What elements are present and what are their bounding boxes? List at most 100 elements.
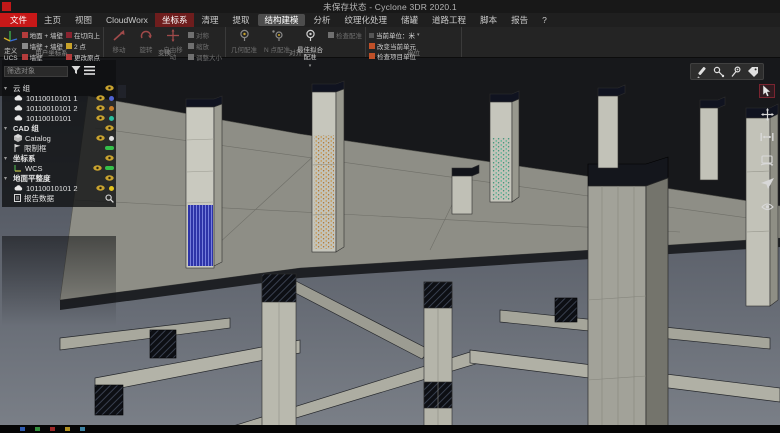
pin-points-icon: [271, 29, 284, 47]
taskbar-icon[interactable]: [80, 427, 85, 431]
chevron-down-icon: ▾: [417, 32, 420, 38]
tree-expander-icon[interactable]: ▾: [4, 155, 10, 162]
windows-taskbar[interactable]: [0, 425, 780, 433]
tree-item-catalog[interactable]: Catalog: [4, 133, 114, 143]
color-swatch[interactable]: [109, 186, 114, 191]
tab-civil[interactable]: 道路工程: [425, 13, 473, 27]
tree-group-coordinate-systems[interactable]: ▾ 坐标系: [4, 153, 114, 163]
group-units: 当前单位：米▾ 改变当前单元 检查项目单位 单位: [366, 27, 462, 57]
current-units-label: 当前单位：米▾: [369, 28, 458, 40]
free-move-button[interactable]: 自由移动: [161, 28, 185, 49]
eye-icon[interactable]: [93, 165, 102, 171]
tree-item-wcs[interactable]: WCS: [4, 163, 114, 173]
taskbar-icon[interactable]: [65, 427, 70, 431]
check-registration-button[interactable]: 检查配准: [328, 30, 362, 40]
tab-view[interactable]: 视图: [68, 13, 99, 27]
orbit-icon[interactable]: [759, 153, 775, 167]
tab-analysis[interactable]: 分析: [307, 13, 338, 27]
tree-item-cloud-3[interactable]: 10110010101: [4, 113, 114, 123]
eye-icon[interactable]: [96, 105, 105, 111]
geometric-registration-button[interactable]: 几何配准: [229, 28, 259, 49]
ucs-floor-wall-button[interactable]: 地面 + 墙壁: [22, 30, 63, 40]
eye-icon[interactable]: [96, 95, 105, 101]
group-transform: 移动 旋转 自由移动 对称 缩放 调整大小 变换: [104, 27, 226, 57]
tree-group-cad[interactable]: ▾ CAD 组: [4, 123, 114, 133]
eye-icon[interactable]: [96, 115, 105, 121]
tab-help[interactable]: ?: [535, 13, 554, 27]
tab-coordinate-system[interactable]: 坐标系: [155, 13, 195, 27]
tree-group-floor-flatness[interactable]: ▾ 地面平整度: [4, 173, 114, 183]
eye-icon[interactable]: [105, 155, 114, 161]
tab-tank[interactable]: 储罐: [394, 13, 425, 27]
mirror-icon: [188, 32, 194, 38]
visibility-toggle[interactable]: [105, 166, 114, 171]
tangent-icon: [66, 32, 72, 38]
fly-icon[interactable]: [759, 176, 775, 190]
tab-cloudworx[interactable]: CloudWorx: [99, 13, 155, 27]
select-cursor-icon[interactable]: [759, 84, 775, 98]
window-title: 未保存状态 - Cyclone 3DR 2020.1: [0, 1, 780, 13]
n-points-registration-button[interactable]: N 点配准: [262, 28, 292, 49]
tree-item-report-data[interactable]: 报告数据: [4, 193, 114, 203]
tree-item-flatness-cloud[interactable]: 10110010101 2: [4, 183, 114, 193]
define-ucs-button[interactable]: 定义 UCS: [3, 28, 19, 49]
navigation-toolbar: [757, 84, 777, 213]
tab-texturing[interactable]: 纹理化处理: [338, 13, 395, 27]
rotate-button[interactable]: 旋转: [134, 28, 158, 49]
best-fit-registration-button[interactable]: 最佳拟合配准 ▾: [295, 28, 325, 49]
cloud-icon: [14, 105, 23, 111]
tab-modeling[interactable]: 结构建模: [258, 14, 304, 26]
tab-clean[interactable]: 清理: [194, 13, 225, 27]
tab-extract[interactable]: 提取: [225, 13, 256, 27]
check-registration-icon: [328, 32, 334, 38]
taskbar-icon[interactable]: [35, 427, 40, 431]
cloud-icon: [14, 95, 23, 101]
filter-funnel-icon[interactable]: [71, 62, 81, 80]
pan-icon[interactable]: [759, 107, 775, 121]
eye-icon[interactable]: [96, 185, 105, 191]
eye-icon[interactable]: [96, 135, 105, 141]
free-move-icon: [166, 29, 180, 47]
move-button[interactable]: 移动: [107, 28, 131, 49]
taskbar-icon[interactable]: [20, 427, 25, 431]
visibility-toggle[interactable]: [105, 146, 114, 151]
eye-icon[interactable]: [105, 125, 114, 131]
tree-item-cloud-2[interactable]: 10110010101 2: [4, 103, 114, 113]
zoom-fit-icon[interactable]: [759, 130, 775, 144]
tab-script[interactable]: 脚本: [473, 13, 504, 27]
color-swatch[interactable]: [109, 136, 114, 141]
eye-icon[interactable]: [105, 175, 114, 181]
project-tree-panel: ▾ 云 组 10110010101 1 10110010101 2 101100…: [2, 60, 116, 207]
taskbar-icon[interactable]: [50, 427, 55, 431]
tag-icon[interactable]: [746, 65, 759, 78]
viewport-3d[interactable]: [0, 0, 780, 433]
tree-item-cloud-1[interactable]: 10110010101 1: [4, 93, 114, 103]
document-icon: [14, 194, 21, 202]
ucs-on-tangent-button[interactable]: 在切向上: [66, 30, 100, 40]
chevron-down-icon: ▾: [309, 63, 312, 69]
move-arrow-icon: [112, 29, 126, 47]
mirror-button[interactable]: 对称: [188, 30, 222, 40]
tree-item-limit-box[interactable]: 限制框: [4, 143, 114, 153]
measure-pen-icon[interactable]: [695, 65, 708, 78]
filter-objects-input[interactable]: [4, 66, 68, 77]
tree-group-clouds[interactable]: ▾ 云 组: [4, 83, 114, 93]
color-swatch[interactable]: [109, 116, 114, 121]
tab-file[interactable]: 文件: [0, 13, 37, 27]
menu-hamburger-icon[interactable]: [84, 62, 95, 80]
tree-expander-icon[interactable]: ▾: [4, 175, 10, 182]
look-around-icon[interactable]: [759, 199, 775, 213]
magnifier-icon[interactable]: [105, 194, 114, 203]
eye-icon[interactable]: [105, 85, 114, 91]
group-label-transform: 变换: [104, 47, 225, 57]
point-coordinate-icon[interactable]: [729, 65, 742, 78]
tree-expander-icon[interactable]: ▾: [4, 85, 10, 92]
tab-home[interactable]: 主页: [37, 13, 68, 27]
axes-icon: [14, 164, 22, 172]
color-swatch[interactable]: [109, 96, 114, 101]
floor-wall-icon: [22, 32, 28, 38]
tree-expander-icon[interactable]: ▾: [4, 125, 10, 132]
point-label-icon[interactable]: [712, 65, 725, 78]
color-swatch[interactable]: [109, 106, 114, 111]
tab-report[interactable]: 报告: [504, 13, 535, 27]
